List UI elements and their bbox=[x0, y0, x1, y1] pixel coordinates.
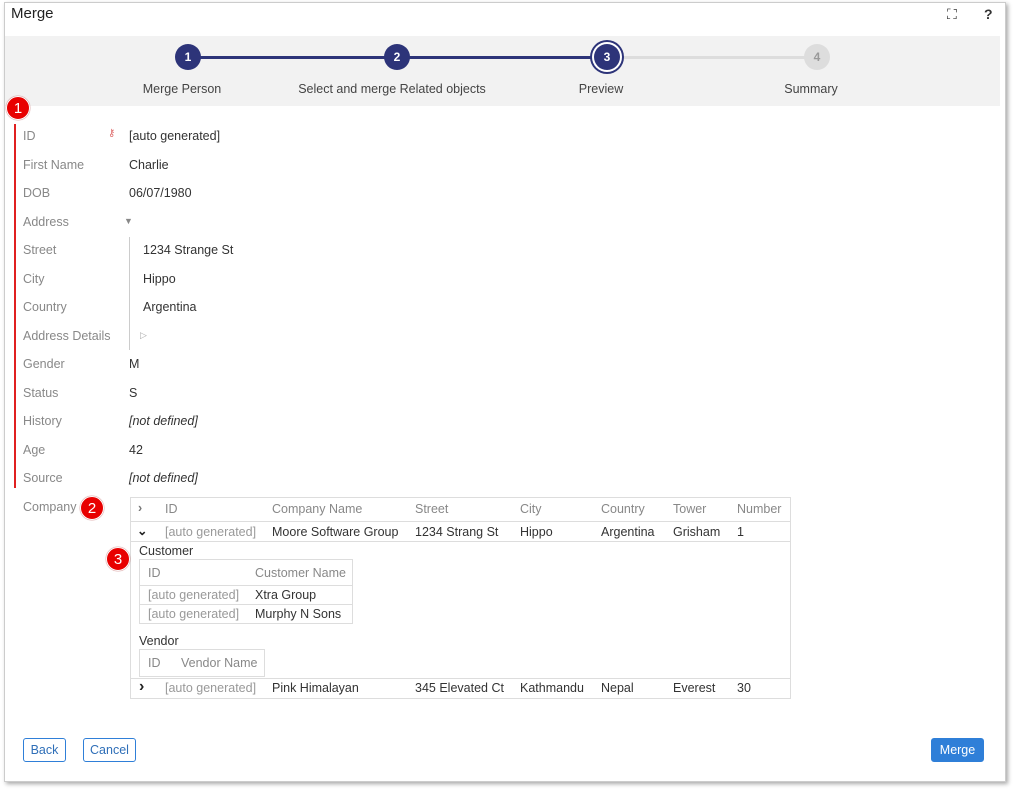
callout-badge-2: 2 bbox=[80, 496, 104, 520]
collapse-address-icon[interactable]: ▼ bbox=[124, 216, 133, 226]
divider bbox=[140, 585, 352, 586]
col-country[interactable]: Country bbox=[601, 502, 645, 516]
step-3-circle: 3 bbox=[594, 44, 620, 70]
customer-row2-id: [auto generated] bbox=[148, 607, 240, 621]
fullscreen-icon[interactable]: ⛶ bbox=[947, 6, 957, 23]
col-company-name[interactable]: Company Name bbox=[272, 502, 362, 516]
row1-id: [auto generated] bbox=[165, 525, 257, 539]
help-icon[interactable]: ? bbox=[984, 6, 993, 22]
row1-tower: Grisham bbox=[673, 525, 721, 539]
step-1-label: Merge Person bbox=[142, 82, 222, 96]
first-name-label: First Name bbox=[23, 158, 85, 172]
history-label: History bbox=[23, 414, 62, 428]
source-label: Source bbox=[23, 471, 63, 485]
dob-label: DOB bbox=[23, 186, 51, 200]
id-value: [auto generated] bbox=[129, 129, 221, 143]
expand-row-icon[interactable]: › bbox=[139, 678, 144, 696]
row2-company-name: Pink Himalayan bbox=[272, 681, 359, 695]
col-id[interactable]: ID bbox=[165, 502, 178, 516]
city-label: City bbox=[23, 272, 45, 286]
vendor-col-name: Vendor Name bbox=[181, 656, 258, 670]
customer-row1-name: Xtra Group bbox=[255, 588, 317, 602]
row2-city: Kathmandu bbox=[520, 681, 584, 695]
merge-button[interactable]: Merge bbox=[931, 738, 984, 762]
col-tower[interactable]: Tower bbox=[673, 502, 706, 516]
callout-badge-1: 1 bbox=[6, 96, 30, 120]
row2-tower: Everest bbox=[673, 681, 716, 695]
company-label: Company bbox=[23, 500, 77, 514]
country-value: Argentina bbox=[143, 300, 197, 314]
address-details-label: Address Details bbox=[23, 329, 111, 343]
highlight-bar bbox=[14, 124, 16, 488]
country-label: Country bbox=[23, 300, 67, 314]
key-icon: ⚷ bbox=[108, 128, 116, 139]
expand-address-details-icon[interactable]: ▷ bbox=[140, 330, 147, 341]
col-street[interactable]: Street bbox=[415, 502, 448, 516]
dialog-title: Merge bbox=[11, 5, 54, 22]
row1-street: 1234 Strang St bbox=[415, 525, 499, 539]
step-2-label: Select and merge Related objects bbox=[298, 82, 486, 96]
row2-street: 345 Elevated Ct bbox=[415, 681, 504, 695]
street-value: 1234 Strange St bbox=[143, 243, 234, 257]
row2-country: Nepal bbox=[601, 681, 634, 695]
age-label: Age bbox=[23, 443, 46, 457]
address-label: Address bbox=[23, 215, 69, 229]
row1-city: Hippo bbox=[520, 525, 553, 539]
gender-value: M bbox=[129, 357, 140, 371]
callout-badge-3: 3 bbox=[106, 547, 130, 571]
cancel-button[interactable]: Cancel bbox=[83, 738, 136, 762]
row2-id: [auto generated] bbox=[165, 681, 257, 695]
back-button[interactable]: Back bbox=[23, 738, 66, 762]
customer-row2-name: Murphy N Sons bbox=[255, 607, 342, 621]
customer-col-name: Customer Name bbox=[255, 566, 346, 580]
divider bbox=[140, 604, 352, 605]
dob-value: 06/07/1980 bbox=[129, 186, 192, 200]
step-2-circle: 2 bbox=[384, 44, 410, 70]
gender-label: Gender bbox=[23, 357, 65, 371]
step-3-label: Preview bbox=[578, 82, 624, 96]
step-4-circle: 4 bbox=[804, 44, 830, 70]
step-remaining-line bbox=[620, 56, 810, 59]
source-value: [not defined] bbox=[129, 471, 198, 485]
step-4-label: Summary bbox=[784, 82, 838, 96]
expand-all-icon[interactable]: › bbox=[138, 501, 142, 515]
age-value: 42 bbox=[129, 443, 143, 457]
col-city[interactable]: City bbox=[520, 502, 542, 516]
customer-title: Customer bbox=[139, 544, 194, 558]
address-group-line bbox=[129, 237, 130, 350]
collapse-row-icon[interactable]: ⌄ bbox=[137, 523, 147, 538]
customer-row1-id: [auto generated] bbox=[148, 588, 240, 602]
vendor-col-id: ID bbox=[148, 656, 161, 670]
divider bbox=[131, 541, 790, 542]
row1-number: 1 bbox=[737, 525, 744, 539]
status-label: Status bbox=[23, 386, 59, 400]
divider bbox=[131, 521, 790, 522]
row1-company-name: Moore Software Group bbox=[272, 525, 399, 539]
first-name-value: Charlie bbox=[129, 158, 169, 172]
row2-number: 30 bbox=[737, 681, 751, 695]
col-number[interactable]: Number bbox=[737, 502, 781, 516]
step-1-circle: 1 bbox=[175, 44, 201, 70]
status-value: S bbox=[129, 386, 138, 400]
city-value: Hippo bbox=[143, 272, 176, 286]
history-value: [not defined] bbox=[129, 414, 198, 428]
vendor-title: Vendor bbox=[139, 634, 179, 648]
id-label: ID bbox=[23, 129, 36, 143]
divider bbox=[131, 678, 790, 679]
row1-country: Argentina bbox=[601, 525, 655, 539]
customer-col-id: ID bbox=[148, 566, 161, 580]
street-label: Street bbox=[23, 243, 57, 257]
